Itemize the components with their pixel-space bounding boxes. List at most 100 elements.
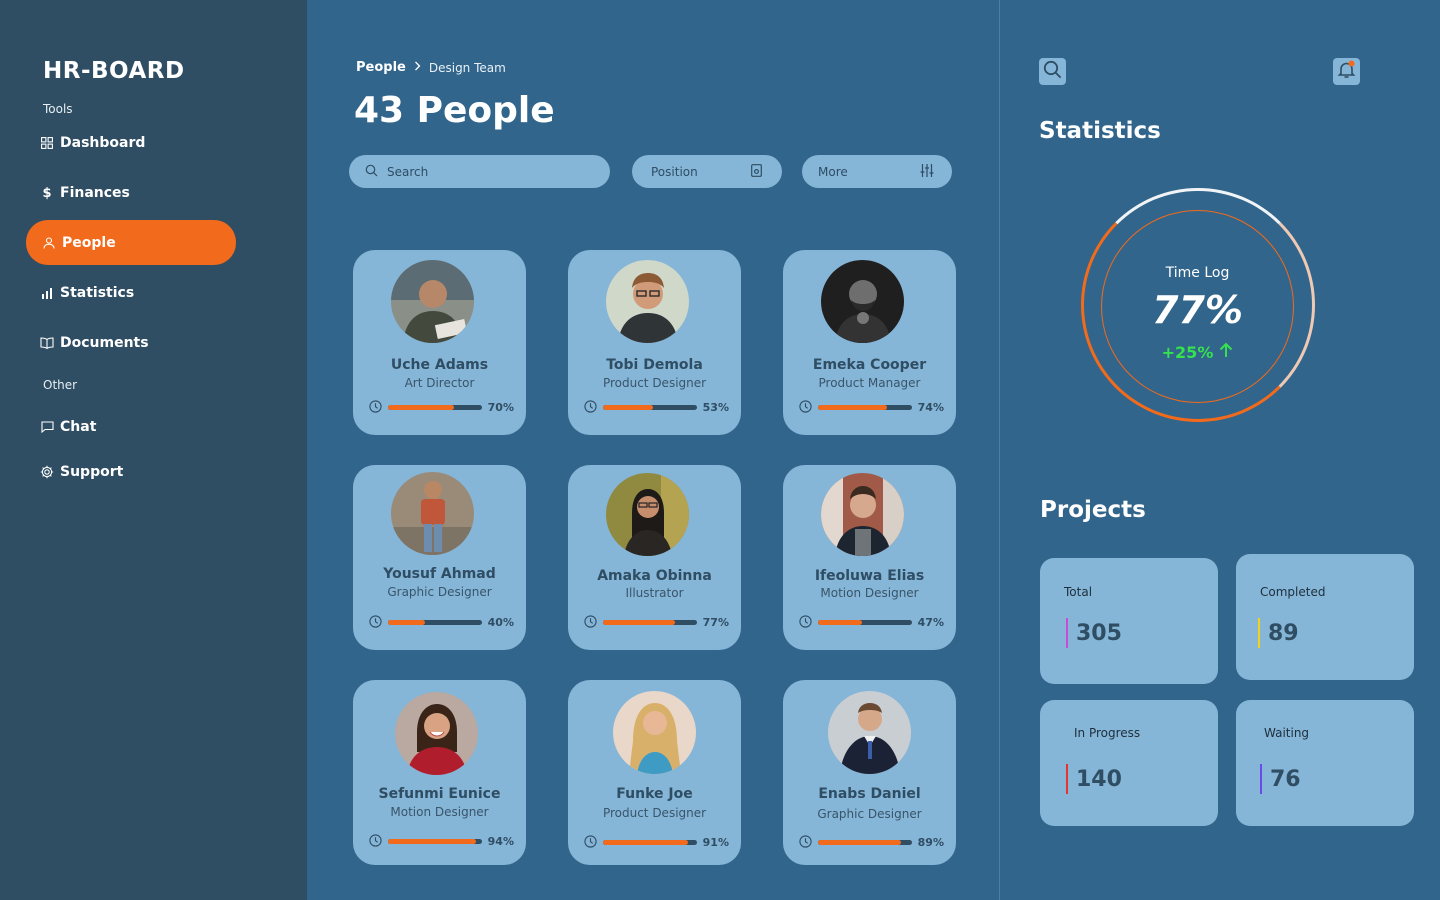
progress-percent: 70% <box>487 401 514 414</box>
gear-icon <box>40 465 54 479</box>
sidebar-item-documents[interactable]: Documents <box>40 331 149 355</box>
person-role: Graphic Designer <box>817 807 922 821</box>
search-button[interactable] <box>1039 58 1066 85</box>
project-stat-total[interactable]: Total 305 <box>1040 558 1218 684</box>
progress-percent: 47% <box>917 616 944 629</box>
progress-percent: 94% <box>487 835 514 848</box>
brand-logo: HR-BOARD <box>43 58 185 84</box>
clock-icon <box>584 833 597 852</box>
right-panel: Statistics Time Log 77% +25% Projects To… <box>1000 0 1440 900</box>
more-filter[interactable]: More <box>802 155 952 188</box>
chevron-right-icon <box>414 60 421 75</box>
time-log-value: 77% <box>1152 288 1243 332</box>
sidebar-item-label: Statistics <box>60 285 135 301</box>
sidebar-item-label: Dashboard <box>60 135 146 151</box>
person-card[interactable]: Yousuf Ahmad Graphic Designer 40% <box>353 465 526 650</box>
progress-fill <box>603 840 689 845</box>
person-card[interactable]: Uche Adams Art Director 70% <box>353 250 526 435</box>
avatar <box>821 473 904 556</box>
position-filter[interactable]: Position <box>632 155 782 188</box>
person-card[interactable]: Sefunmi Eunice Motion Designer 94% <box>353 680 526 865</box>
breadcrumb: People Design Team <box>356 60 506 75</box>
person-role: Product Designer <box>602 806 707 820</box>
clock-icon <box>369 832 382 851</box>
progress-percent: 53% <box>702 401 729 414</box>
sidebar-item-people[interactable]: People <box>26 220 236 265</box>
progress-row: 74% <box>799 398 944 417</box>
progress-row: 91% <box>584 833 729 852</box>
progress-bar <box>818 405 912 410</box>
notifications-button[interactable] <box>1333 58 1360 85</box>
dollar-icon: $ <box>42 185 52 201</box>
dropdown-icon <box>751 163 762 180</box>
project-stat-waiting[interactable]: Waiting 76 <box>1236 700 1414 826</box>
projects-title: Projects <box>1040 497 1146 523</box>
progress-bar <box>388 620 482 625</box>
clock-icon <box>799 833 812 852</box>
chat-icon <box>40 420 54 434</box>
progress-row: 89% <box>799 833 944 852</box>
arrow-up-icon <box>1219 342 1233 362</box>
person-card[interactable]: Enabs Daniel Graphic Designer 89% <box>783 680 956 865</box>
statistics-title: Statistics <box>1039 118 1161 144</box>
person-name: Sefunmi Eunice <box>378 786 501 802</box>
progress-row: 53% <box>584 398 729 417</box>
sidebar-item-chat[interactable]: Chat <box>40 415 96 439</box>
search-icon <box>1043 60 1062 83</box>
progress-fill <box>603 620 676 625</box>
time-log-label: Time Log <box>1165 265 1230 281</box>
time-log-change: +25% <box>1101 342 1294 362</box>
project-stat-value: 76 <box>1260 764 1301 794</box>
project-stat-label: Waiting <box>1264 726 1310 740</box>
progress-bar <box>818 840 912 845</box>
search-input[interactable]: Search <box>349 155 610 188</box>
progress-fill <box>818 620 863 625</box>
progress-bar <box>818 620 912 625</box>
person-card[interactable]: Ifeoluwa Elias Motion Designer 47% <box>783 465 956 650</box>
person-card[interactable]: Emeka Cooper Product Manager 74% <box>783 250 956 435</box>
progress-percent: 40% <box>487 616 514 629</box>
sidebar: HR-BOARD Tools Dashboard $ Finances Peop… <box>0 0 307 900</box>
progress-bar <box>603 405 697 410</box>
progress-fill <box>818 840 902 845</box>
project-stat-value: 305 <box>1066 618 1122 648</box>
project-stat-label: Completed <box>1260 585 1326 599</box>
sidebar-item-support[interactable]: Support <box>40 460 123 484</box>
time-log-widget: Time Log 77% +25% <box>1101 210 1294 403</box>
clock-icon <box>369 398 382 417</box>
progress-row: 94% <box>369 832 514 851</box>
progress-percent: 77% <box>702 616 729 629</box>
avatar <box>391 472 474 555</box>
person-card[interactable]: Amaka Obinna Illustrator 77% <box>568 465 741 650</box>
clock-icon <box>799 613 812 632</box>
person-role: Product Designer <box>602 376 707 390</box>
person-role: Illustrator <box>625 586 684 600</box>
project-stat-in-progress[interactable]: In Progress 140 <box>1040 700 1218 826</box>
progress-bar <box>388 405 482 410</box>
sidebar-item-statistics[interactable]: Statistics <box>40 281 134 305</box>
person-name: Emeka Cooper <box>812 357 927 373</box>
clock-icon <box>369 613 382 632</box>
person-name: Yousuf Ahmad <box>383 566 496 582</box>
clock-icon <box>584 613 597 632</box>
person-card[interactable]: Tobi Demola Product Designer 53% <box>568 250 741 435</box>
sidebar-item-label: Finances <box>60 185 130 201</box>
sidebar-item-finances[interactable]: $ Finances <box>40 181 130 205</box>
sidebar-item-dashboard[interactable]: Dashboard <box>40 131 145 155</box>
breadcrumb-root[interactable]: People <box>356 60 406 75</box>
person-card[interactable]: Funke Joe Product Designer 91% <box>568 680 741 865</box>
progress-fill <box>388 405 454 410</box>
main-content: People Design Team 43 People Search Posi… <box>307 0 999 900</box>
more-filter-label: More <box>818 164 848 179</box>
person-role: Art Director <box>404 376 475 390</box>
tools-section-label: Tools <box>43 102 73 116</box>
progress-bar <box>603 840 697 845</box>
time-log-change-value: +25% <box>1161 342 1214 362</box>
sidebar-item-label: People <box>62 234 116 251</box>
bell-icon <box>1337 60 1356 83</box>
person-role: Motion Designer <box>820 586 919 600</box>
person-name: Uche Adams <box>390 357 489 373</box>
project-stat-completed[interactable]: Completed 89 <box>1236 554 1414 680</box>
progress-percent: 91% <box>702 836 729 849</box>
person-role: Product Manager <box>818 376 921 390</box>
